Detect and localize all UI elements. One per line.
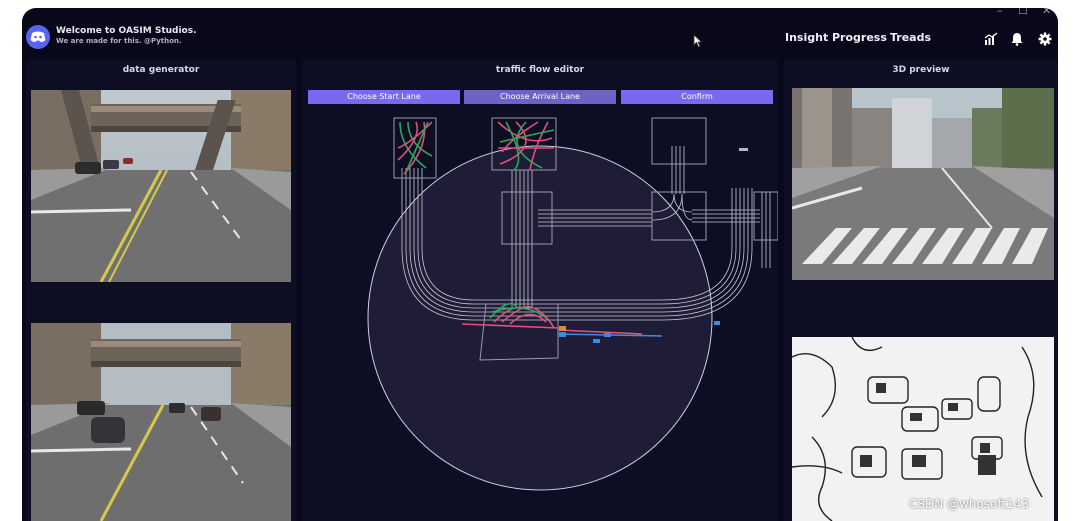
3d-preview-view bbox=[792, 88, 1054, 280]
3d-preview-title: 3D preview bbox=[892, 65, 950, 75]
nav-insight[interactable]: Insight bbox=[785, 31, 828, 44]
minimize-button[interactable]: – bbox=[997, 8, 1003, 17]
traffic-flow-editor-title: traffic flow editor bbox=[495, 65, 585, 75]
watermark: CSDN @whosoft143 bbox=[909, 497, 1030, 511]
nav-treads[interactable]: Treads bbox=[890, 31, 931, 44]
choose-start-lane-button[interactable]: Choose Start Lane bbox=[308, 90, 460, 104]
discord-logo-icon bbox=[26, 25, 50, 49]
confirm-button[interactable]: Confirm bbox=[621, 90, 773, 104]
close-button[interactable]: ✕ bbox=[1042, 8, 1051, 17]
title-bar: Welcome to OASIM Studios. We are made fo… bbox=[22, 8, 1058, 58]
nav-progress[interactable]: Progress bbox=[832, 31, 887, 44]
data-generator-title: data generator bbox=[122, 65, 200, 75]
app-subtitle: We are made for this. @Python. bbox=[56, 37, 182, 45]
chart-icon[interactable] bbox=[984, 32, 998, 46]
3d-map-view bbox=[792, 337, 1054, 521]
gear-icon[interactable] bbox=[1038, 32, 1052, 46]
camera-feed-bottom bbox=[31, 323, 291, 521]
app-window: Welcome to OASIM Studios. We are made fo… bbox=[22, 8, 1058, 521]
choose-arrival-lane-button[interactable]: Choose Arrival Lane bbox=[464, 90, 616, 104]
maximize-button[interactable]: ☐ bbox=[1018, 8, 1028, 17]
camera-feed-top bbox=[31, 90, 291, 282]
mouse-cursor-icon bbox=[693, 34, 703, 48]
bell-icon[interactable] bbox=[1010, 32, 1024, 46]
lane-map[interactable] bbox=[302, 108, 778, 521]
app-title: Welcome to OASIM Studios. bbox=[56, 26, 197, 36]
